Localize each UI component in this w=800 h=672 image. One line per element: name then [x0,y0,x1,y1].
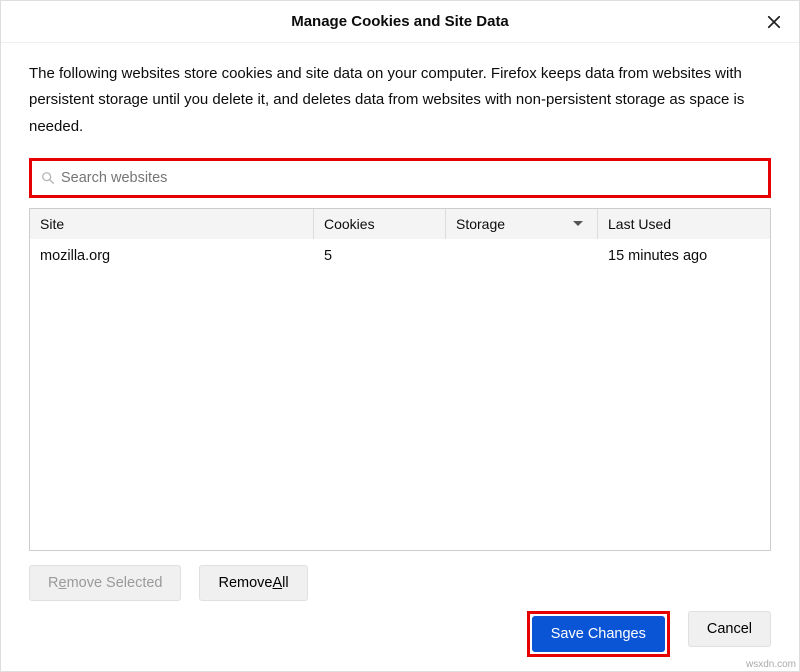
cell-site: mozilla.org [30,248,314,264]
sort-indicator-icon [573,221,583,226]
remove-all-button[interactable]: Remove All [199,565,307,601]
column-header-lastused[interactable]: Last Used [598,209,770,239]
column-header-site[interactable]: Site [30,209,314,239]
dialog-titlebar: Manage Cookies and Site Data [1,1,799,43]
close-button[interactable] [763,11,785,33]
search-input[interactable] [61,170,759,186]
cell-cookies: 5 [314,248,446,264]
manage-cookies-dialog: Manage Cookies and Site Data The followi… [0,0,800,672]
remove-selected-button[interactable]: Remove Selected [29,565,181,601]
column-header-cookies[interactable]: Cookies [314,209,446,239]
search-highlight-box [29,158,771,198]
watermark: wsxdn.com [746,659,796,670]
table-header: Site Cookies Storage Last Used [30,209,770,239]
search-icon [41,171,55,185]
save-changes-button[interactable]: Save Changes [532,616,665,652]
sites-table: Site Cookies Storage Last Used mozilla.o… [29,208,771,551]
save-highlight-box: Save Changes [527,611,670,657]
dialog-description: The following websites store cookies and… [29,61,771,140]
table-body[interactable]: mozilla.org 5 15 minutes ago [30,239,770,550]
table-row[interactable]: mozilla.org 5 15 minutes ago [30,239,770,273]
cell-lastused: 15 minutes ago [598,248,770,264]
actions-right: Save Changes Cancel [29,601,771,671]
column-header-storage[interactable]: Storage [446,209,598,239]
close-icon [767,15,781,29]
actions-left: Remove Selected Remove All [29,551,771,601]
search-field[interactable] [34,163,766,193]
dialog-title: Manage Cookies and Site Data [291,13,509,30]
cancel-button[interactable]: Cancel [688,611,771,647]
